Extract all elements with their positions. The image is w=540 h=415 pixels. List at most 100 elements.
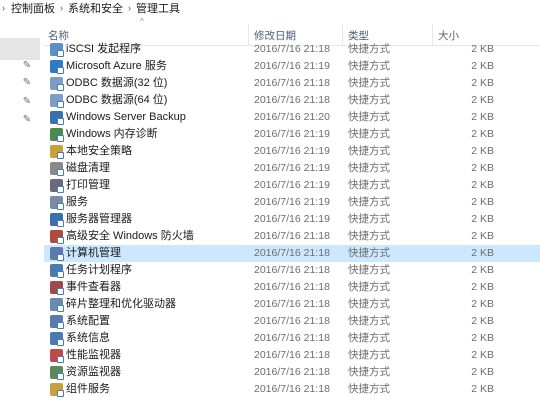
file-size: 2 KB: [471, 366, 494, 378]
pin-icon[interactable]: ✎: [21, 96, 33, 108]
task-scheduler-icon: [50, 264, 64, 278]
file-size: 2 KB: [471, 264, 494, 276]
backup-icon: [50, 111, 64, 125]
firewall-icon: [50, 230, 64, 244]
file-type: 快捷方式: [348, 94, 390, 106]
file-size: 2 KB: [471, 213, 494, 225]
file-name: 服务: [66, 196, 88, 208]
file-row[interactable]: Windows 内存诊断 2016/7/16 21:19 快捷方式 2 KB: [44, 126, 540, 143]
chevron-right-icon[interactable]: ›: [125, 3, 134, 13]
file-type: 快捷方式: [348, 179, 390, 191]
file-type: 快捷方式: [348, 315, 390, 327]
file-size: 2 KB: [471, 247, 494, 259]
file-row[interactable]: 组件服务 2016/7/16 21:18 快捷方式 2 KB: [44, 381, 540, 398]
file-row[interactable]: 磁盘清理 2016/7/16 21:19 快捷方式 2 KB: [44, 160, 540, 177]
file-name: 系统信息: [66, 332, 110, 344]
file-row[interactable]: Windows Server Backup 2016/7/16 21:20 快捷方式…: [44, 109, 540, 126]
file-name: 事件查看器: [66, 281, 121, 293]
breadcrumb-item-system-security[interactable]: 系统和安全: [66, 0, 125, 16]
file-name: 本地安全策略: [66, 145, 132, 157]
file-row[interactable]: 本地安全策略 2016/7/16 21:19 快捷方式 2 KB: [44, 143, 540, 160]
file-modified-date: 2016/7/16 21:18: [254, 43, 330, 55]
file-list[interactable]: ^ 名称 修改日期 类型 大小 iSCSI 发起程序 2016/7/16 21:1…: [44, 16, 540, 397]
odbc-icon: [50, 77, 64, 91]
file-modified-date: 2016/7/16 21:18: [254, 247, 330, 259]
file-type: 快捷方式: [348, 162, 390, 174]
pin-icon[interactable]: ✎: [21, 60, 33, 72]
file-size: 2 KB: [471, 349, 494, 361]
file-type: 快捷方式: [348, 77, 390, 89]
file-type: 快捷方式: [348, 60, 390, 72]
file-type: 快捷方式: [348, 145, 390, 157]
file-name: 服务器管理器: [66, 213, 132, 225]
file-row[interactable]: 性能监视器 2016/7/16 21:18 快捷方式 2 KB: [44, 347, 540, 364]
nav-selected-item[interactable]: [0, 38, 40, 60]
disk-cleanup-icon: [50, 162, 64, 176]
file-type: 快捷方式: [348, 230, 390, 242]
file-row[interactable]: 任务计划程序 2016/7/16 21:18 快捷方式 2 KB: [44, 262, 540, 279]
file-row[interactable]: 系统配置 2016/7/16 21:18 快捷方式 2 KB: [44, 313, 540, 330]
file-modified-date: 2016/7/16 21:19: [254, 162, 330, 174]
pin-icon[interactable]: ✎: [21, 114, 33, 126]
file-name: 打印管理: [66, 179, 110, 191]
chevron-right-icon[interactable]: ›: [2, 3, 9, 13]
file-row[interactable]: 服务 2016/7/16 21:19 快捷方式 2 KB: [44, 194, 540, 211]
file-row[interactable]: 系统信息 2016/7/16 21:18 快捷方式 2 KB: [44, 330, 540, 347]
file-size: 2 KB: [471, 315, 494, 327]
file-row[interactable]: 事件查看器 2016/7/16 21:18 快捷方式 2 KB: [44, 279, 540, 296]
breadcrumb-item-admin-tools[interactable]: 管理工具: [134, 0, 182, 16]
file-name: ODBC 数据源(32 位): [66, 77, 168, 89]
file-row[interactable]: 服务器管理器 2016/7/16 21:19 快捷方式 2 KB: [44, 211, 540, 228]
sort-ascending-icon: ^: [140, 17, 144, 26]
resource-monitor-icon: [50, 366, 64, 380]
navigation-pane[interactable]: ✎ ✎ ✎ ✎: [0, 16, 40, 415]
file-row[interactable]: 碎片整理和优化驱动器 2016/7/16 21:18 快捷方式 2 KB: [44, 296, 540, 313]
file-modified-date: 2016/7/16 21:18: [254, 230, 330, 242]
file-modified-date: 2016/7/16 21:19: [254, 145, 330, 157]
file-modified-date: 2016/7/16 21:18: [254, 264, 330, 276]
iscsi-icon: [50, 43, 64, 57]
file-row[interactable]: iSCSI 发起程序 2016/7/16 21:18 快捷方式 2 KB: [44, 41, 540, 58]
file-size: 2 KB: [471, 162, 494, 174]
memory-icon: [50, 128, 64, 142]
file-modified-date: 2016/7/16 21:18: [254, 366, 330, 378]
chevron-right-icon[interactable]: ›: [57, 3, 66, 13]
breadcrumb-item-control-panel[interactable]: 控制面板: [9, 0, 57, 16]
system-info-icon: [50, 332, 64, 346]
file-modified-date: 2016/7/16 21:18: [254, 383, 330, 395]
file-type: 快捷方式: [348, 128, 390, 140]
file-row[interactable]: Microsoft Azure 服务 2016/7/16 21:19 快捷方式 2 K…: [44, 58, 540, 75]
file-type: 快捷方式: [348, 264, 390, 276]
file-row[interactable]: 高级安全 Windows 防火墙 2016/7/16 21:18 快捷方式 2 KB: [44, 228, 540, 245]
file-size: 2 KB: [471, 128, 494, 140]
file-type: 快捷方式: [348, 43, 390, 55]
computer-management-icon: [50, 247, 64, 261]
file-type: 快捷方式: [348, 349, 390, 361]
security-policy-icon: [50, 145, 64, 159]
component-services-icon: [50, 383, 64, 397]
file-name: Microsoft Azure 服务: [66, 60, 167, 72]
file-row[interactable]: 计算机管理 2016/7/16 21:18 快捷方式 2 KB: [44, 245, 540, 262]
defrag-icon: [50, 298, 64, 312]
pin-icon[interactable]: ✎: [21, 77, 33, 89]
event-viewer-icon: [50, 281, 64, 295]
file-modified-date: 2016/7/16 21:18: [254, 298, 330, 310]
file-type: 快捷方式: [348, 247, 390, 259]
file-size: 2 KB: [471, 94, 494, 106]
file-rows: iSCSI 发起程序 2016/7/16 21:18 快捷方式 2 KB Microso…: [44, 41, 540, 398]
file-type: 快捷方式: [348, 111, 390, 123]
file-modified-date: 2016/7/16 21:18: [254, 349, 330, 361]
file-row[interactable]: 打印管理 2016/7/16 21:19 快捷方式 2 KB: [44, 177, 540, 194]
file-row[interactable]: ODBC 数据源(32 位) 2016/7/16 21:18 快捷方式 2 KB: [44, 75, 540, 92]
file-size: 2 KB: [471, 145, 494, 157]
odbc-icon: [50, 94, 64, 108]
file-name: iSCSI 发起程序: [66, 43, 142, 55]
file-name: Windows Server Backup: [66, 111, 186, 123]
file-row[interactable]: ODBC 数据源(64 位) 2016/7/16 21:18 快捷方式 2 KB: [44, 92, 540, 109]
file-name: 碎片整理和优化驱动器: [66, 298, 176, 310]
file-type: 快捷方式: [348, 196, 390, 208]
file-size: 2 KB: [471, 60, 494, 72]
file-type: 快捷方式: [348, 366, 390, 378]
file-row[interactable]: 资源监视器 2016/7/16 21:18 快捷方式 2 KB: [44, 364, 540, 381]
breadcrumb: › 控制面板 › 系统和安全 › 管理工具: [0, 0, 540, 16]
